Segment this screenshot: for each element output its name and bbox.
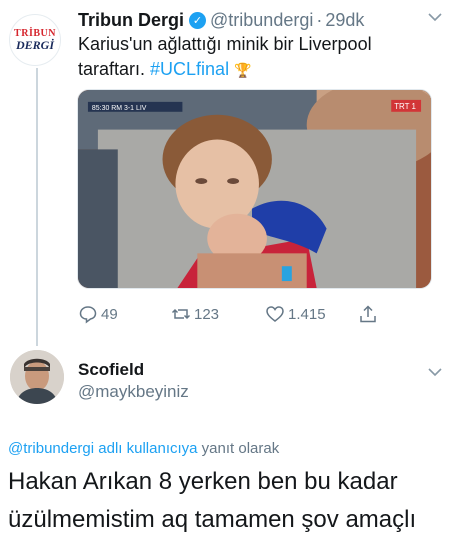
timestamp[interactable]: 29dk <box>325 10 364 31</box>
avatar-logo-bottom: DERGİ <box>15 38 54 52</box>
author-name[interactable]: Scofield <box>78 360 144 380</box>
reply-count: 49 <box>101 305 118 323</box>
author-handle[interactable]: @tribundergi <box>210 10 313 31</box>
trophy-emoji: 🏆 <box>234 62 252 78</box>
like-button[interactable]: 1.415 <box>265 302 326 326</box>
tweet-text: Karius'un ağlattığı minik bir Liverpool … <box>78 32 438 83</box>
crying-child-photo: 85:30 RM 3-1 LIV TRT 1 <box>78 90 431 288</box>
share-button[interactable] <box>358 302 381 326</box>
retweet-count: 123 <box>194 305 220 323</box>
retweet-icon <box>171 308 191 320</box>
replying-to-link[interactable]: @tribundergi adlı kullanıcıya <box>8 440 198 457</box>
like-count: 1.415 <box>288 305 326 323</box>
chevron-down-icon[interactable] <box>427 365 443 377</box>
reply-icon <box>79 306 97 324</box>
scoreboard-overlay: 85:30 RM 3-1 LIV <box>92 105 147 112</box>
tweet-header: Tribun Dergi ✓ @tribundergi · 29dk <box>78 8 441 32</box>
reply-tweet[interactable]: Scofield @maykbeyiniz @tribundergi adlı … <box>0 345 451 539</box>
verified-badge-icon: ✓ <box>189 11 207 29</box>
user-photo <box>10 350 64 404</box>
tweet-actions: 49 123 1.415 <box>78 302 408 326</box>
retweet-button[interactable]: 123 <box>171 302 219 326</box>
replying-to-suffix: yanıt olarak <box>197 440 280 457</box>
share-icon <box>360 305 376 323</box>
reply-text: Hakan Arıkan 8 yerken ben bu kadar üzülm… <box>8 468 417 533</box>
chevron-down-icon[interactable] <box>427 10 443 22</box>
heart-icon <box>266 306 284 322</box>
replying-to: @tribundergi adlı kullanıcıya yanıt olar… <box>8 440 279 457</box>
avatar[interactable]: TRİBUN DERGİ <box>9 14 61 66</box>
author-handle[interactable]: @maykbeyiniz <box>78 382 189 402</box>
original-tweet[interactable]: TRİBUN DERGİ Tribun Dergi ✓ @tribundergi… <box>0 0 451 345</box>
tweet-media-image[interactable]: 85:30 RM 3-1 LIV TRT 1 <box>77 89 432 289</box>
avatar[interactable] <box>10 350 64 404</box>
reply-button[interactable]: 49 <box>78 302 118 326</box>
author-name[interactable]: Tribun Dergi <box>78 10 184 31</box>
hashtag-link[interactable]: #UCLfinal <box>150 59 229 79</box>
separator-dot: · <box>316 9 323 30</box>
channel-logo: TRT 1 <box>394 102 416 111</box>
